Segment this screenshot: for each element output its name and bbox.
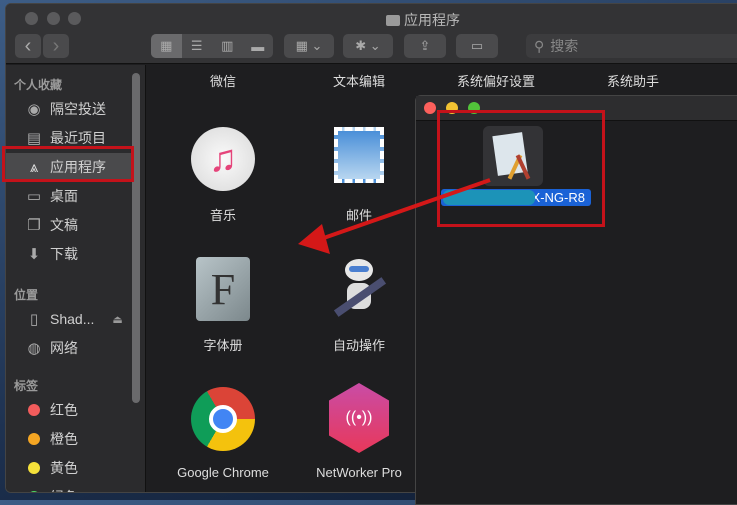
annotation-arrow — [298, 178, 491, 254]
arrow-head — [298, 224, 330, 254]
arrow-shaft — [317, 178, 491, 242]
